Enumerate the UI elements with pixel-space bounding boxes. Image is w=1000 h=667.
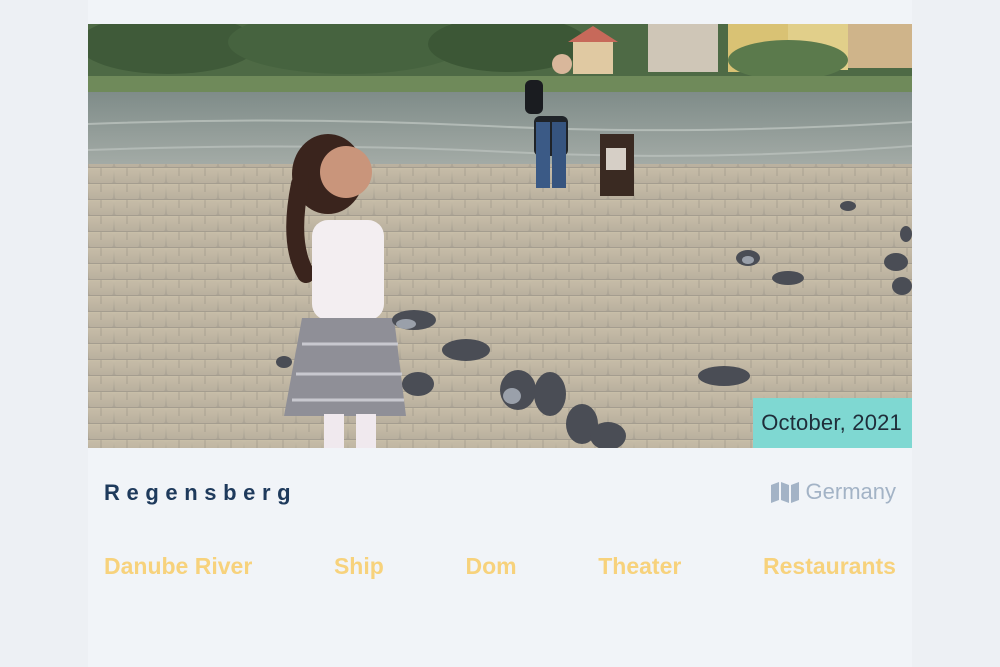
tag-danube-river[interactable]: Danube River (104, 553, 252, 587)
tag-restaurants[interactable]: Restaurants (763, 553, 896, 587)
map-icon (770, 481, 800, 503)
photo-date-badge: October, 2021 (753, 398, 912, 448)
tag-ship[interactable]: Ship (334, 553, 384, 587)
place-card: October, 2021 Regensberg Germany Danube … (88, 0, 912, 667)
tag-list: Danube River Ship Dom Theater Restaurant… (104, 553, 896, 587)
photo-image (88, 24, 912, 448)
place-photo[interactable]: October, 2021 (88, 24, 912, 448)
country-label[interactable]: Germany (770, 479, 896, 505)
tag-theater[interactable]: Theater (598, 553, 681, 587)
city-name: Regensberg (104, 480, 298, 505)
place-info-row: Regensberg Germany (88, 476, 912, 512)
country-name: Germany (805, 479, 896, 504)
tag-dom[interactable]: Dom (465, 553, 516, 587)
